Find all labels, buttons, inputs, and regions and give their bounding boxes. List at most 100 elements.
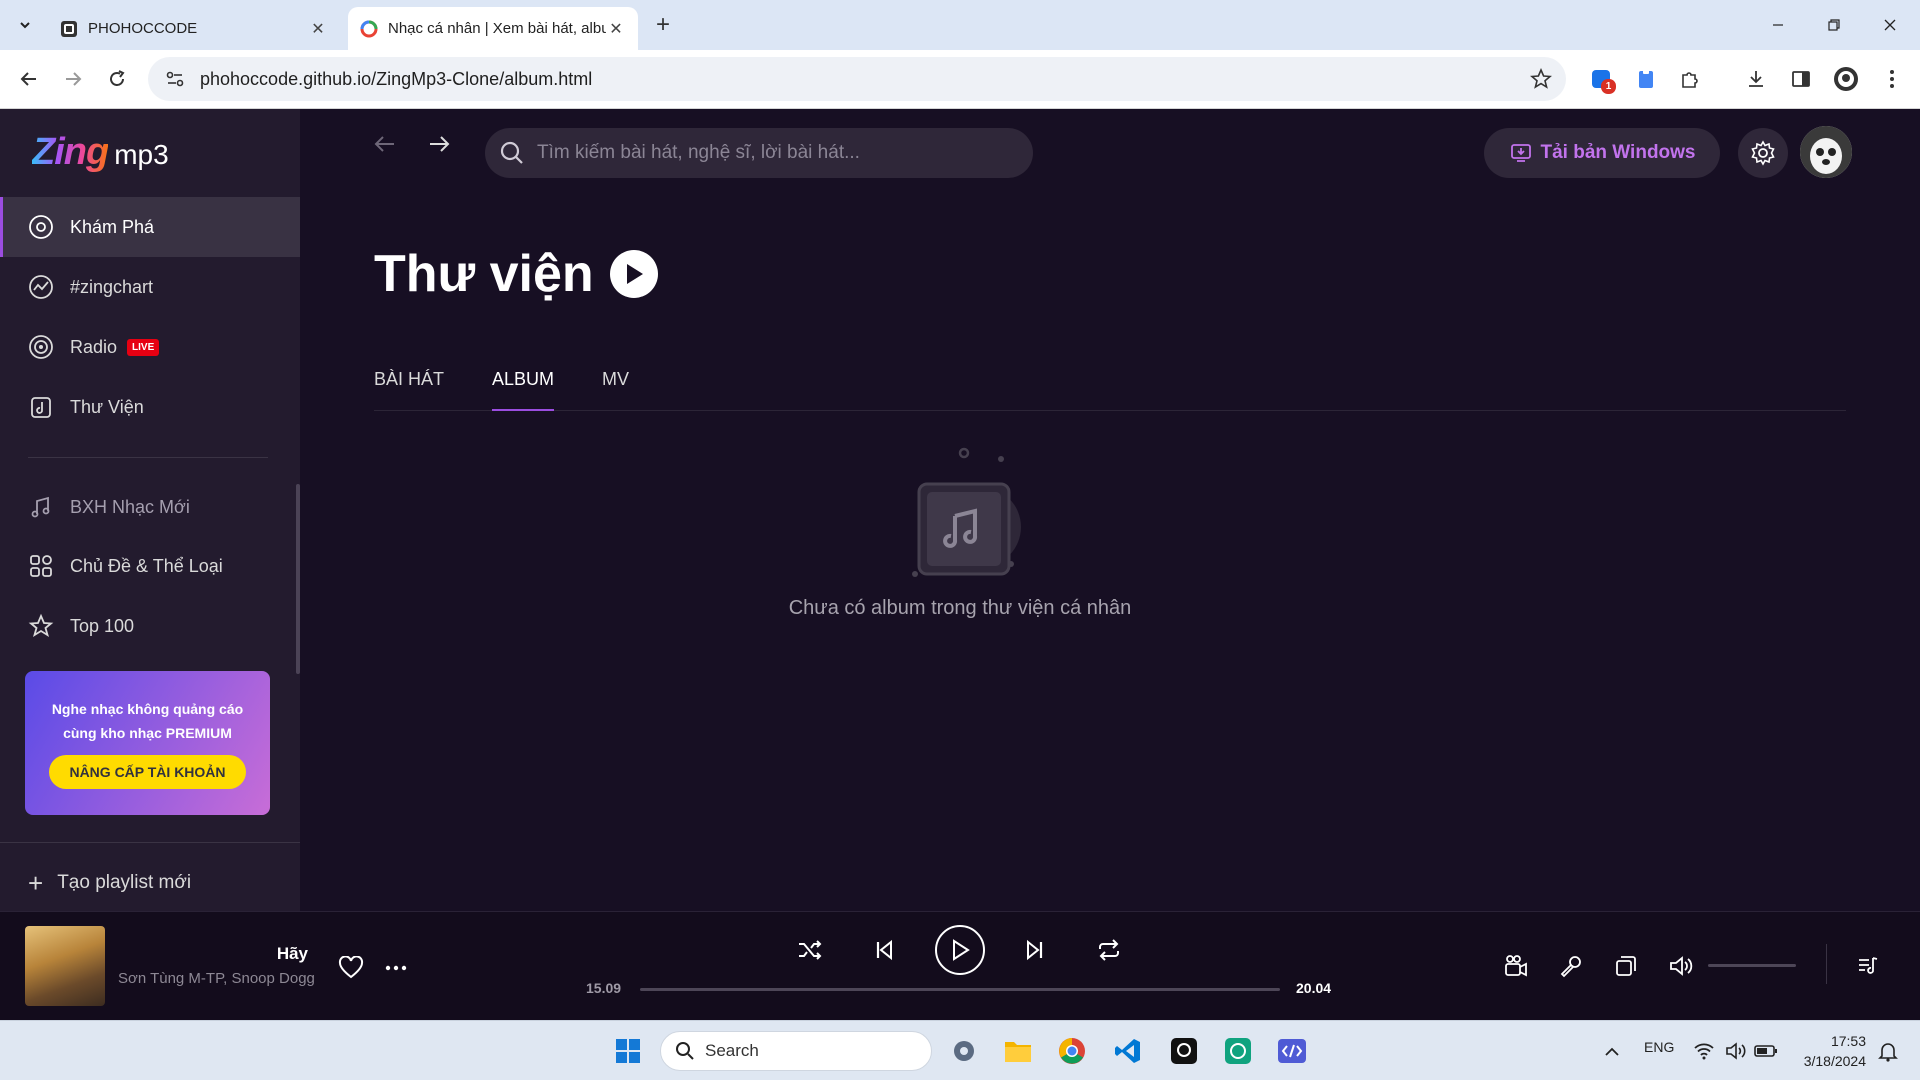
github-icon [1171,1038,1197,1064]
play-pause-button[interactable] [935,925,985,975]
tray-network[interactable] [1686,1033,1722,1069]
close-tab-icon[interactable]: ✕ [308,19,328,39]
download-desktop-icon [1509,141,1533,165]
folder-icon [1005,1042,1031,1062]
extensions-menu-button[interactable] [1676,65,1704,93]
sidebar-item-bxh-nhac-moi[interactable]: BXH Nhạc Mới [0,477,300,537]
taskbar-chatgpt[interactable] [1220,1033,1256,1069]
next-button[interactable] [1019,934,1051,966]
site-settings-icon[interactable] [164,68,186,90]
clipboard-icon [1639,70,1653,88]
puzzle-icon [1682,72,1698,88]
music-note-icon [28,494,54,520]
playlist-button[interactable] [1852,950,1884,982]
settings-button[interactable] [1738,128,1788,178]
play-all-button[interactable] [609,250,658,298]
user-avatar[interactable] [1800,126,1852,178]
volume-icon [1670,956,1693,976]
song-cover-art[interactable] [25,926,105,1006]
extension-button[interactable] [1632,65,1660,93]
restore-button[interactable] [1814,10,1854,40]
sidebar-item-label: #zingchart [70,276,154,297]
like-button[interactable] [335,952,367,984]
sidebar-item-kham-pha[interactable]: Khám Phá [0,197,300,257]
sidebar-item-top-100[interactable]: Top 100 [0,596,300,656]
browser-forward-button[interactable] [58,64,88,94]
repeat-button[interactable] [1093,934,1125,966]
tab-bai-hat[interactable]: BÀI HÁT [374,359,444,411]
create-playlist-button[interactable]: + Tạo playlist mới [28,855,191,911]
current-time: 15.09 [586,980,622,996]
reload-button[interactable] [102,64,132,94]
downloads-button[interactable] [1742,65,1770,93]
upgrade-account-button[interactable]: NÂNG CẤP TÀI KHOẢN [49,755,246,789]
chart-icon [28,274,54,300]
sidebar-item-zingchart[interactable]: #zingchart [0,257,300,317]
taskbar-vscode[interactable] [1110,1033,1146,1069]
volume-button[interactable] [1665,950,1697,982]
language-indicator[interactable]: ENG [1644,1039,1674,1055]
sidebar-bottom-divider [0,842,300,843]
address-bar[interactable]: phohoccode.github.io/ZingMp3-Clone/album… [148,57,1566,101]
start-button[interactable] [610,1033,646,1069]
sidebar-item-thu-vien[interactable]: Thư Viện [0,377,300,437]
song-title[interactable]: Hãy [118,944,308,964]
mv-button[interactable] [1500,950,1532,982]
extension-button[interactable]: 1 [1587,65,1616,94]
browser-tab-phohoccode[interactable]: PHOHOCCODE ✕ [48,7,340,50]
app-forward-button[interactable] [424,129,454,159]
radio-icon [28,334,54,360]
download-windows-button[interactable]: Tải bản Windows [1484,128,1720,178]
previous-button[interactable] [868,934,900,966]
mini-player-button[interactable] [1610,950,1642,982]
page-title: Thư viện [374,244,658,304]
speaker-icon [1726,1042,1746,1060]
taskbar-settings[interactable] [946,1033,982,1069]
lyrics-button[interactable] [1555,950,1587,982]
new-tab-button[interactable]: + [650,12,676,38]
empty-state: Chưa có album trong thư viện cá nhân [700,444,1220,620]
taskbar-search-label: Search [705,1041,759,1060]
search-input[interactable]: Tìm kiếm bài hát, nghệ sĩ, lời bài hát..… [485,128,1033,178]
close-tab-icon[interactable]: ✕ [606,19,626,39]
minimize-icon [1773,24,1783,26]
minimize-button[interactable] [1758,10,1798,40]
song-artist[interactable]: Sơn Tùng M-TP, Snoop Dogg [118,970,315,987]
more-horizontal-icon [385,965,407,971]
search-placeholder: Tìm kiếm bài hát, nghệ sĩ, lời bài hát..… [537,142,860,163]
library-tabs: BÀI HÁT ALBUM MV [374,359,1846,411]
tray-overflow-button[interactable] [1594,1033,1630,1069]
progress-bar[interactable] [640,988,1280,991]
more-options-button[interactable] [380,952,412,984]
system-clock[interactable]: 17:53 3/18/2024 [1794,1031,1866,1071]
close-window-button[interactable] [1870,10,1910,40]
bookmark-star-icon[interactable] [1530,68,1552,90]
tab-search-button[interactable] [10,10,40,40]
tab-title: PHOHOCCODE [88,20,198,37]
shuffle-button[interactable] [794,934,826,966]
taskbar-chrome[interactable] [1054,1033,1090,1069]
tray-battery[interactable] [1748,1033,1784,1069]
create-playlist-label: Tạo playlist mới [57,872,192,893]
browser-toolbar: phohoccode.github.io/ZingMp3-Clone/album… [0,50,1920,109]
zing-logo[interactable]: Zing mp3 [32,131,169,174]
app-back-button[interactable] [370,129,400,159]
premium-promo-card: Nghe nhạc không quảng cáo cùng kho nhạc … [25,671,270,815]
notifications-button[interactable] [1870,1033,1906,1069]
browser-back-button[interactable] [14,64,44,94]
taskbar-dev-app[interactable] [1274,1033,1310,1069]
tab-album[interactable]: ALBUM [492,359,555,411]
browser-menu-button[interactable] [1878,65,1906,93]
browser-tab-zing[interactable]: Nhạc cá nhân | Xem bài hát, album ✕ [348,7,638,50]
taskbar-search[interactable]: Search [660,1031,932,1071]
taskbar-file-explorer[interactable] [1000,1033,1036,1069]
profile-button[interactable] [1832,65,1860,93]
sidebar-item-radio[interactable]: Radio LIVE [0,317,300,377]
volume-slider[interactable] [1708,964,1796,967]
taskbar-github[interactable] [1166,1033,1202,1069]
sidebar-item-chu-de-the-loai[interactable]: Chủ Đề & Thể Loại [0,536,300,596]
side-panel-button[interactable] [1787,65,1815,93]
heart-icon [338,956,364,979]
sidebar-scrollbar[interactable] [296,484,300,674]
tab-mv[interactable]: MV [602,359,629,411]
